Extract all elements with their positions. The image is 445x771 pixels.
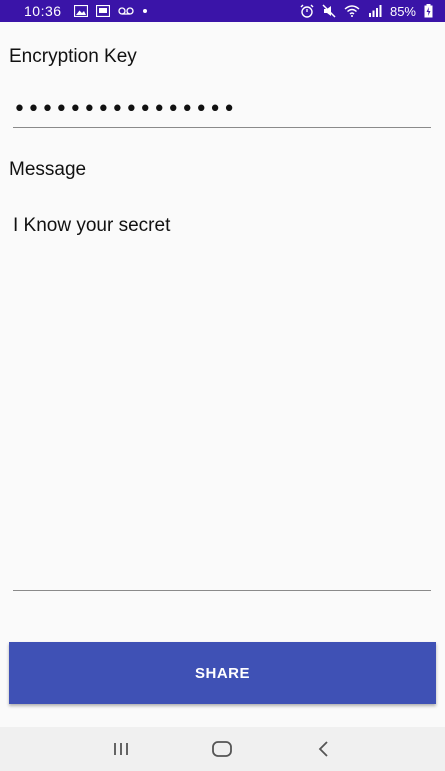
encryption-key-input[interactable] (13, 92, 431, 128)
wifi-icon (344, 5, 360, 17)
encryption-key-label: Encryption Key (9, 46, 137, 67)
home-icon[interactable] (202, 729, 242, 769)
status-bar-left: 10:36 (24, 3, 148, 19)
message-input[interactable]: I Know your secret (13, 207, 431, 591)
navigation-bar (0, 727, 445, 771)
battery-percent: 85% (389, 3, 416, 19)
screen-icon (95, 5, 110, 17)
back-icon[interactable] (304, 729, 344, 769)
signal-icon (368, 5, 382, 17)
recents-icon[interactable] (101, 729, 141, 769)
status-time: 10:36 (24, 3, 62, 19)
mute-icon (322, 4, 336, 18)
status-bar: 10:36 85% (0, 0, 445, 22)
share-button[interactable]: SHARE (9, 642, 436, 704)
dot-icon (142, 8, 148, 14)
voicemail-icon (117, 6, 134, 16)
battery-charging-icon (424, 4, 433, 18)
image-icon (73, 5, 88, 17)
alarm-icon (300, 4, 314, 18)
status-bar-right: 85% (300, 4, 433, 19)
message-label: Message (9, 159, 87, 180)
